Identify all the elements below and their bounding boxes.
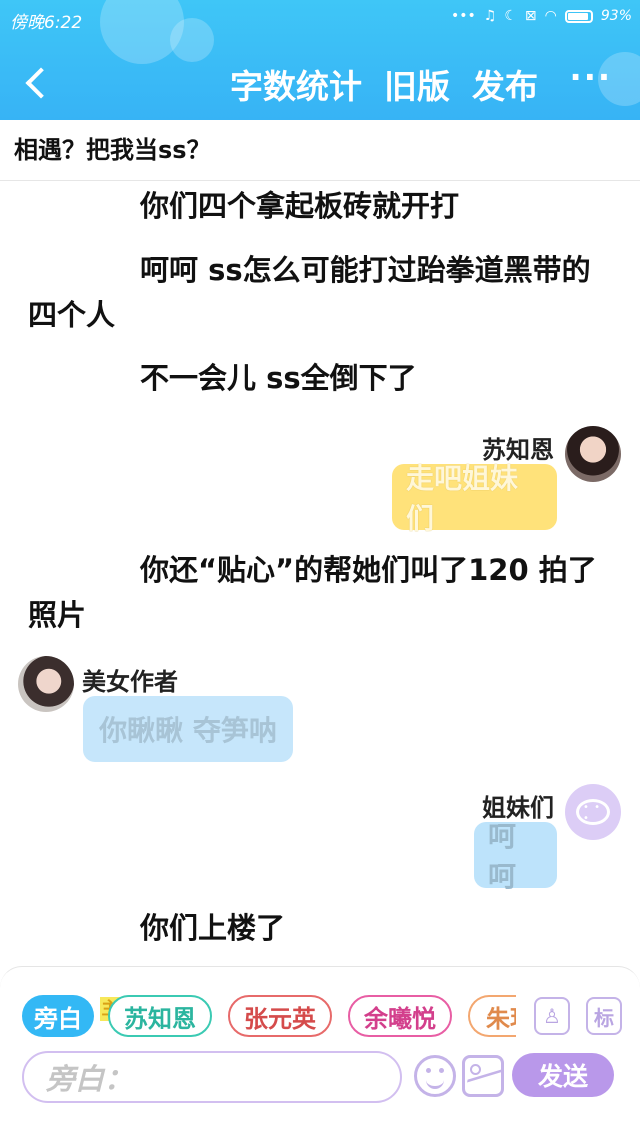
role-chip[interactable]: 苏知恩	[108, 995, 212, 1037]
chapter-title[interactable]: 相遇？把我当ss？	[14, 130, 211, 165]
role-chip[interactable]: 朱玥	[468, 995, 516, 1037]
message-bubble[interactable]: 呵呵	[474, 820, 557, 893]
status-icons: ••• ♫ ☾ ⊠ ◠ 93%	[451, 8, 632, 24]
avatar[interactable]	[565, 784, 621, 840]
message-bubble[interactable]: 你瞅瞅 夺笋呐	[83, 696, 293, 762]
message-input[interactable]: 旁白：	[22, 1051, 402, 1103]
word-count-button[interactable]: 字数统计	[230, 60, 362, 108]
role-chip[interactable]: 余曦悦	[348, 995, 452, 1037]
more-button[interactable]: ···	[570, 58, 612, 96]
chat-bubble-icon	[576, 799, 610, 825]
role-chip-label: 朱玥	[486, 1004, 516, 1033]
moon-icon: ☾	[504, 8, 517, 24]
wifi-icon: ◠	[544, 8, 557, 24]
tag-button[interactable]: 标	[586, 997, 622, 1035]
narration-text[interactable]: 你们上楼了	[28, 906, 618, 951]
avatar[interactable]	[18, 656, 74, 712]
input-panel: 旁白 主 苏知恩 张元英 余曦悦 朱玥 ♙ 标 旁白： 发送	[0, 966, 640, 1138]
app-header: 傍晚6:22 ••• ♫ ☾ ⊠ ◠ 93% 字数统计 旧版 发布 ···	[0, 0, 640, 120]
headphone-icon: ♫	[483, 8, 497, 24]
box-icon: ⊠	[524, 8, 537, 24]
image-icon[interactable]	[462, 1055, 504, 1097]
role-chip[interactable]: 张元英	[228, 995, 332, 1037]
role-chip-narrator[interactable]: 旁白	[22, 995, 94, 1037]
old-version-button[interactable]: 旧版	[384, 60, 450, 108]
narration-text[interactable]: 呵呵 ss怎么可能打过跆拳道黑带的四个人	[28, 248, 618, 338]
character-icon[interactable]: ♙	[534, 997, 570, 1035]
nav-bar: 字数统计 旧版 发布 ···	[0, 48, 640, 118]
narration-text[interactable]: 你们四个拿起板砖就开打	[28, 184, 618, 229]
narration-text[interactable]: 你还“贴心”的帮她们叫了120 拍了照片	[28, 548, 618, 638]
send-button[interactable]: 发送	[512, 1053, 614, 1097]
divider	[0, 180, 640, 181]
battery-icon	[564, 9, 593, 23]
back-button[interactable]	[20, 62, 60, 102]
status-bar: 傍晚6:22 ••• ♫ ☾ ⊠ ◠ 93%	[0, 0, 640, 36]
speaker-name: 美女作者	[82, 668, 178, 696]
publish-button[interactable]: 发布	[472, 60, 538, 108]
message-bubble[interactable]: 走吧姐妹们	[392, 462, 557, 535]
narration-text[interactable]: 不一会儿 ss全倒下了	[28, 356, 618, 401]
emoji-icon[interactable]	[414, 1055, 456, 1097]
more-dots-icon: •••	[451, 8, 476, 24]
nav-actions: 字数统计 旧版 发布	[230, 60, 538, 108]
status-time: 傍晚6:22	[10, 13, 83, 33]
avatar[interactable]	[565, 426, 621, 482]
battery-percent: 93%	[600, 8, 632, 24]
